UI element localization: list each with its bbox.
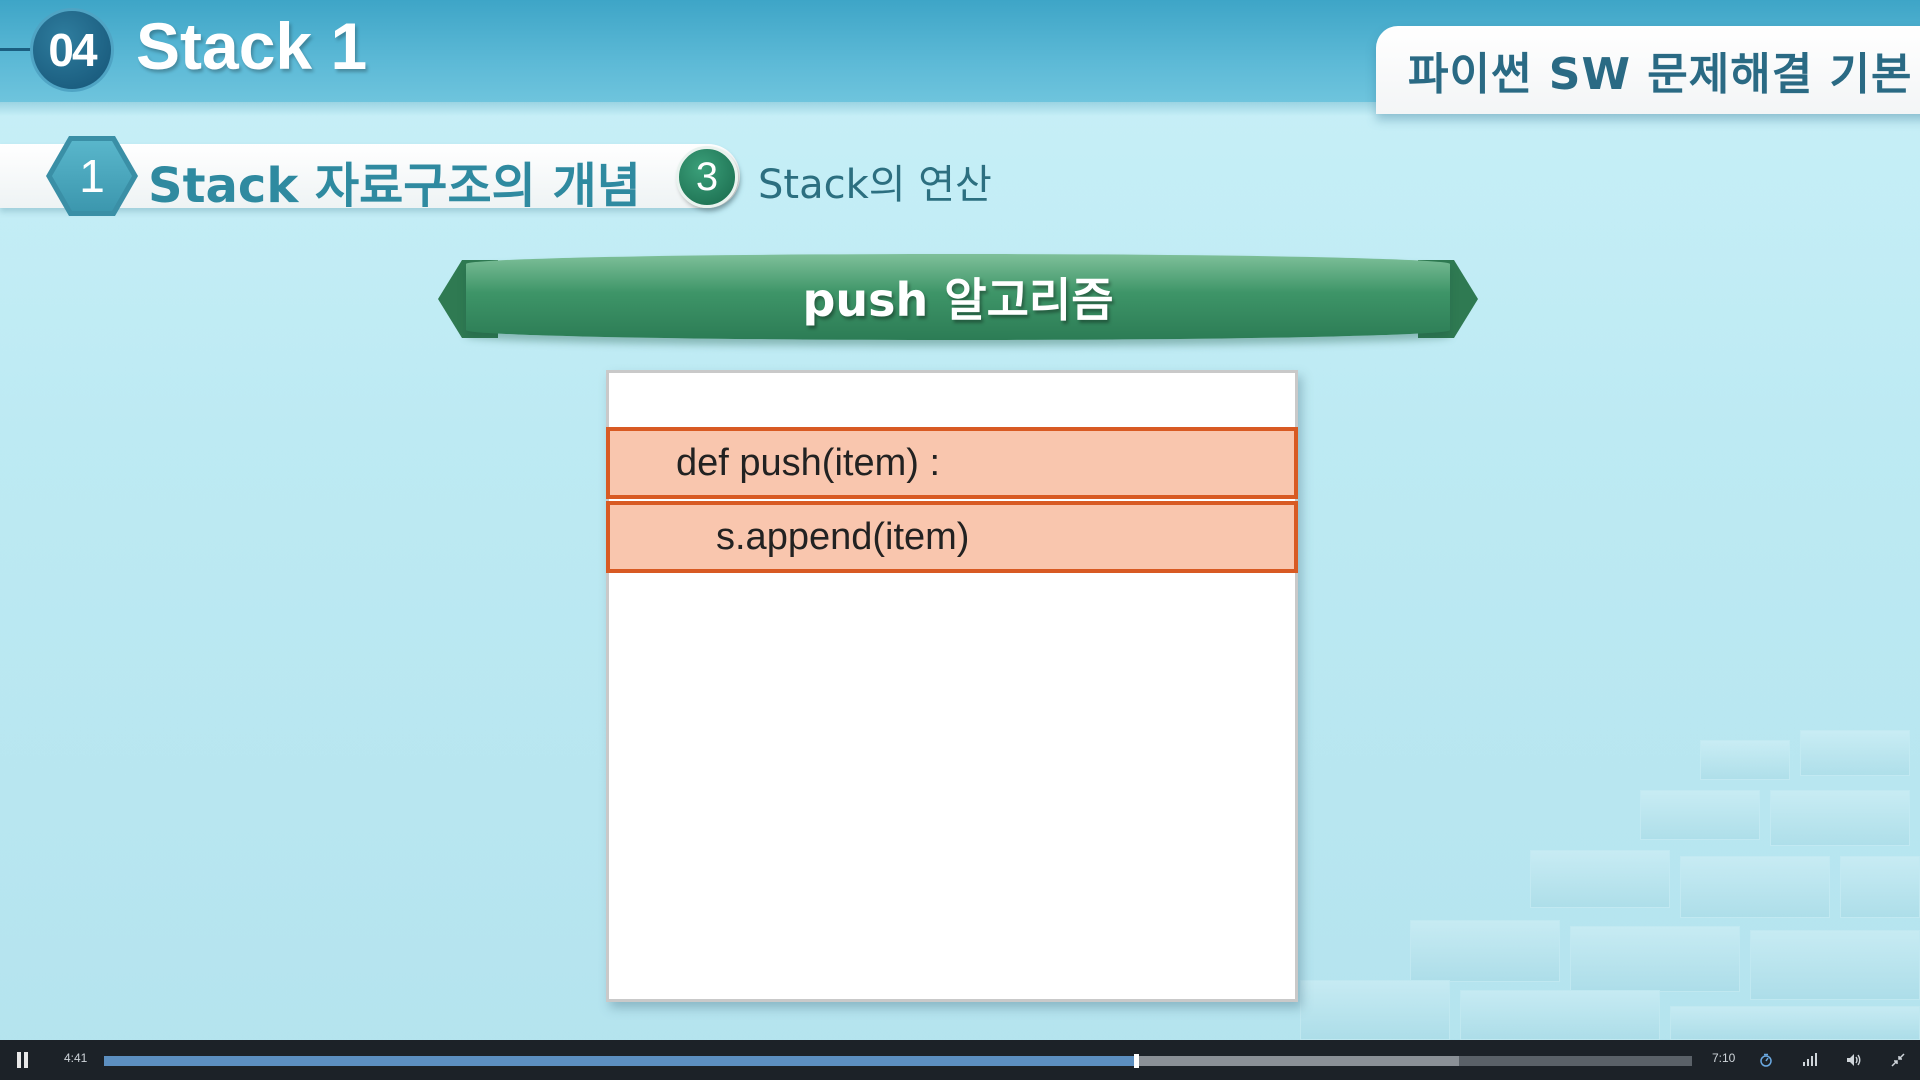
course-title: 파이썬 SW 문제해결 기본: [1408, 49, 1913, 100]
current-time: 4:41: [64, 1051, 88, 1065]
code-line-highlighted: s.append(item): [606, 501, 1298, 573]
subsection-number-badge: 3: [676, 146, 738, 208]
banner-body: push 알고리즘: [466, 254, 1450, 340]
banner-title: push 알고리즘: [802, 273, 1114, 327]
pause-icon[interactable]: [16, 1052, 30, 1068]
video-player-bar: 4:41 7:10: [0, 1040, 1920, 1080]
chapter-title: Stack 1: [136, 9, 368, 83]
code-line-highlighted: def push(item) :: [606, 427, 1298, 499]
course-title-tab: 파이썬 SW 문제해결 기본: [1376, 26, 1920, 114]
background-cubes: [1280, 720, 1920, 1040]
section-title: Stack 자료구조의 개념: [148, 158, 641, 214]
exit-fullscreen-icon[interactable]: [1888, 1050, 1908, 1070]
duration-time: 7:10: [1712, 1051, 1736, 1065]
chapter-number-badge: 04: [30, 8, 114, 92]
code-line-text: s.append(item): [716, 515, 970, 558]
code-panel: def push(item) : s.append(item): [606, 370, 1298, 1002]
seek-handle[interactable]: [1134, 1054, 1140, 1068]
speed-icon[interactable]: [1756, 1050, 1776, 1070]
code-line-text: def push(item) :: [676, 441, 940, 484]
chapter-connector-line: [0, 48, 34, 51]
quality-icon[interactable]: [1800, 1050, 1820, 1070]
subsection-title: Stack의 연산: [758, 162, 992, 208]
volume-icon[interactable]: [1844, 1050, 1864, 1070]
seek-bar[interactable]: [104, 1054, 1692, 1068]
topic-banner: push 알고리즘: [438, 254, 1478, 344]
played-progress: [104, 1056, 1137, 1066]
